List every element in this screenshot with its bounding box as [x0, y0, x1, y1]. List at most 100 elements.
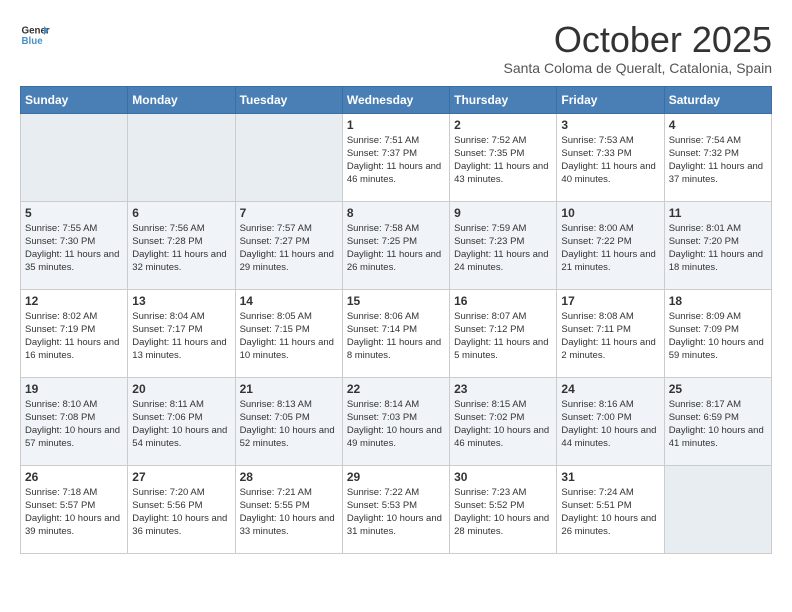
day-number: 21 [240, 382, 338, 396]
weekday-header-monday: Monday [128, 86, 235, 113]
calendar-cell: 11 Sunrise: 8:01 AMSunset: 7:20 PMDayligh… [664, 201, 771, 289]
calendar-cell: 18 Sunrise: 8:09 AMSunset: 7:09 PMDayligh… [664, 289, 771, 377]
day-number: 8 [347, 206, 445, 220]
day-number: 24 [561, 382, 659, 396]
day-info: Sunrise: 8:17 AMSunset: 6:59 PMDaylight:… [669, 398, 767, 451]
day-info: Sunrise: 7:18 AMSunset: 5:57 PMDaylight:… [25, 486, 123, 539]
calendar-cell [21, 113, 128, 201]
logo-icon: General Blue [20, 20, 50, 50]
day-info: Sunrise: 8:00 AMSunset: 7:22 PMDaylight:… [561, 222, 659, 275]
calendar-cell: 3 Sunrise: 7:53 AMSunset: 7:33 PMDaylight… [557, 113, 664, 201]
day-number: 25 [669, 382, 767, 396]
day-number: 23 [454, 382, 552, 396]
calendar-cell: 15 Sunrise: 8:06 AMSunset: 7:14 PMDayligh… [342, 289, 449, 377]
calendar-cell: 2 Sunrise: 7:52 AMSunset: 7:35 PMDaylight… [450, 113, 557, 201]
day-info: Sunrise: 8:10 AMSunset: 7:08 PMDaylight:… [25, 398, 123, 451]
day-info: Sunrise: 7:53 AMSunset: 7:33 PMDaylight:… [561, 134, 659, 187]
calendar-table: SundayMondayTuesdayWednesdayThursdayFrid… [20, 86, 772, 554]
day-number: 5 [25, 206, 123, 220]
calendar-cell [128, 113, 235, 201]
day-number: 31 [561, 470, 659, 484]
day-number: 16 [454, 294, 552, 308]
day-number: 18 [669, 294, 767, 308]
day-info: Sunrise: 7:57 AMSunset: 7:27 PMDaylight:… [240, 222, 338, 275]
day-info: Sunrise: 7:24 AMSunset: 5:51 PMDaylight:… [561, 486, 659, 539]
day-info: Sunrise: 7:58 AMSunset: 7:25 PMDaylight:… [347, 222, 445, 275]
calendar-cell: 5 Sunrise: 7:55 AMSunset: 7:30 PMDaylight… [21, 201, 128, 289]
day-info: Sunrise: 7:22 AMSunset: 5:53 PMDaylight:… [347, 486, 445, 539]
day-info: Sunrise: 8:16 AMSunset: 7:00 PMDaylight:… [561, 398, 659, 451]
calendar-cell: 16 Sunrise: 8:07 AMSunset: 7:12 PMDayligh… [450, 289, 557, 377]
day-info: Sunrise: 7:23 AMSunset: 5:52 PMDaylight:… [454, 486, 552, 539]
logo: General Blue [20, 20, 50, 50]
day-number: 4 [669, 118, 767, 132]
day-number: 17 [561, 294, 659, 308]
calendar-cell: 6 Sunrise: 7:56 AMSunset: 7:28 PMDaylight… [128, 201, 235, 289]
calendar-cell: 21 Sunrise: 8:13 AMSunset: 7:05 PMDayligh… [235, 377, 342, 465]
calendar-cell: 13Sunrise: 8:04 AMSunset: 7:17 PMDayligh… [128, 289, 235, 377]
title-area: October 2025 Santa Coloma de Queralt, Ca… [504, 20, 773, 76]
day-number: 1 [347, 118, 445, 132]
calendar-cell: 7 Sunrise: 7:57 AMSunset: 7:27 PMDaylight… [235, 201, 342, 289]
day-info: Sunrise: 8:09 AMSunset: 7:09 PMDaylight:… [669, 310, 767, 363]
calendar-cell: 10Sunrise: 8:00 AMSunset: 7:22 PMDayligh… [557, 201, 664, 289]
weekday-header-friday: Friday [557, 86, 664, 113]
calendar-cell: 27Sunrise: 7:20 AMSunset: 5:56 PMDayligh… [128, 465, 235, 553]
calendar-cell: 24 Sunrise: 8:16 AMSunset: 7:00 PMDayligh… [557, 377, 664, 465]
day-number: 12 [25, 294, 123, 308]
day-number: 20 [132, 382, 230, 396]
day-number: 27 [132, 470, 230, 484]
day-number: 7 [240, 206, 338, 220]
day-info: Sunrise: 8:02 AMSunset: 7:19 PMDaylight:… [25, 310, 123, 363]
calendar-cell: 26 Sunrise: 7:18 AMSunset: 5:57 PMDayligh… [21, 465, 128, 553]
day-info: Sunrise: 8:13 AMSunset: 7:05 PMDaylight:… [240, 398, 338, 451]
weekday-header-sunday: Sunday [21, 86, 128, 113]
day-number: 3 [561, 118, 659, 132]
svg-text:Blue: Blue [22, 36, 44, 47]
day-info: Sunrise: 7:59 AMSunset: 7:23 PMDaylight:… [454, 222, 552, 275]
calendar-cell: 17 Sunrise: 8:08 AMSunset: 7:11 PMDayligh… [557, 289, 664, 377]
day-number: 15 [347, 294, 445, 308]
weekday-header-wednesday: Wednesday [342, 86, 449, 113]
day-info: Sunrise: 7:21 AMSunset: 5:55 PMDaylight:… [240, 486, 338, 539]
calendar-cell: 25 Sunrise: 8:17 AMSunset: 6:59 PMDayligh… [664, 377, 771, 465]
day-number: 13 [132, 294, 230, 308]
day-info: Sunrise: 8:05 AMSunset: 7:15 PMDaylight:… [240, 310, 338, 363]
calendar-cell: 4 Sunrise: 7:54 AMSunset: 7:32 PMDaylight… [664, 113, 771, 201]
calendar-cell: 28Sunrise: 7:21 AMSunset: 5:55 PMDayligh… [235, 465, 342, 553]
weekday-header-thursday: Thursday [450, 86, 557, 113]
day-info: Sunrise: 8:15 AMSunset: 7:02 PMDaylight:… [454, 398, 552, 451]
calendar-cell: 22 Sunrise: 8:14 AMSunset: 7:03 PMDayligh… [342, 377, 449, 465]
day-number: 9 [454, 206, 552, 220]
day-info: Sunrise: 8:06 AMSunset: 7:14 PMDaylight:… [347, 310, 445, 363]
day-info: Sunrise: 8:01 AMSunset: 7:20 PMDaylight:… [669, 222, 767, 275]
weekday-header-tuesday: Tuesday [235, 86, 342, 113]
day-number: 6 [132, 206, 230, 220]
day-info: Sunrise: 8:14 AMSunset: 7:03 PMDaylight:… [347, 398, 445, 451]
day-number: 29 [347, 470, 445, 484]
calendar-cell [664, 465, 771, 553]
weekday-header-saturday: Saturday [664, 86, 771, 113]
calendar-cell: 19 Sunrise: 8:10 AMSunset: 7:08 PMDayligh… [21, 377, 128, 465]
calendar-cell: 14 Sunrise: 8:05 AMSunset: 7:15 PMDayligh… [235, 289, 342, 377]
day-number: 2 [454, 118, 552, 132]
day-info: Sunrise: 7:52 AMSunset: 7:35 PMDaylight:… [454, 134, 552, 187]
day-info: Sunrise: 7:56 AMSunset: 7:28 PMDaylight:… [132, 222, 230, 275]
month-title: October 2025 [504, 20, 773, 60]
calendar-cell: 30Sunrise: 7:23 AMSunset: 5:52 PMDayligh… [450, 465, 557, 553]
day-info: Sunrise: 7:54 AMSunset: 7:32 PMDaylight:… [669, 134, 767, 187]
calendar-cell [235, 113, 342, 201]
day-info: Sunrise: 7:55 AMSunset: 7:30 PMDaylight:… [25, 222, 123, 275]
day-number: 26 [25, 470, 123, 484]
day-number: 19 [25, 382, 123, 396]
calendar-cell: 23 Sunrise: 8:15 AMSunset: 7:02 PMDayligh… [450, 377, 557, 465]
day-number: 11 [669, 206, 767, 220]
calendar-cell: 12 Sunrise: 8:02 AMSunset: 7:19 PMDayligh… [21, 289, 128, 377]
calendar-cell: 20Sunrise: 8:11 AMSunset: 7:06 PMDayligh… [128, 377, 235, 465]
day-info: Sunrise: 8:07 AMSunset: 7:12 PMDaylight:… [454, 310, 552, 363]
day-number: 22 [347, 382, 445, 396]
day-info: Sunrise: 8:08 AMSunset: 7:11 PMDaylight:… [561, 310, 659, 363]
calendar-cell: 1Sunrise: 7:51 AMSunset: 7:37 PMDaylight… [342, 113, 449, 201]
day-number: 14 [240, 294, 338, 308]
calendar-cell: 29 Sunrise: 7:22 AMSunset: 5:53 PMDayligh… [342, 465, 449, 553]
